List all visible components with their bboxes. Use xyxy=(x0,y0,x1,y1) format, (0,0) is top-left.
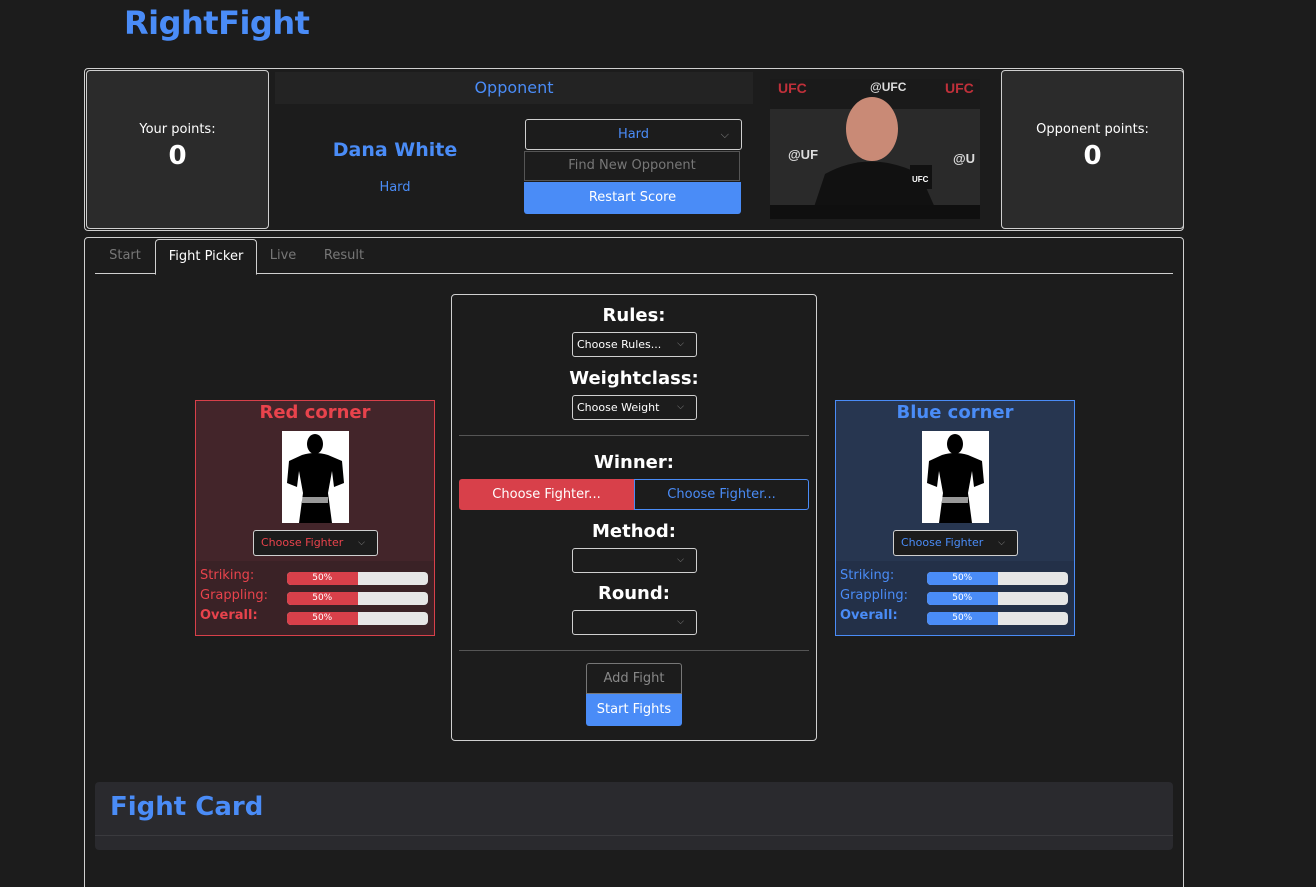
blue-fighter-select-value: Choose Fighter xyxy=(901,536,984,549)
tab-result[interactable]: Result xyxy=(309,239,379,274)
svg-text:@UF: @UF xyxy=(788,147,818,162)
opponent-difficulty: Hard xyxy=(379,180,411,195)
red-fighter-select-value: Choose Fighter xyxy=(261,536,344,549)
chevron-down-icon: ⌵ xyxy=(677,555,684,565)
tab-fight-picker[interactable]: Fight Picker xyxy=(155,239,257,275)
opponent-header: Opponent xyxy=(275,72,753,104)
progress-fill: 50% xyxy=(927,592,998,605)
svg-text:@U: @U xyxy=(953,151,975,166)
progress-fill: 50% xyxy=(927,612,998,625)
red-stat-striking: Striking: 50% xyxy=(200,568,430,586)
round-label: Round: xyxy=(598,583,670,604)
method-label: Method: xyxy=(592,521,676,542)
your-points-box: Your points: 0 xyxy=(86,70,269,229)
restart-score-button[interactable]: Restart Score xyxy=(524,182,741,214)
winner-red-button[interactable]: Choose Fighter... xyxy=(459,479,634,510)
rules-select-value: Choose Rules... xyxy=(577,338,662,351)
chevron-down-icon: ⌵ xyxy=(998,538,1005,548)
blue-stats: Striking: 50% Grappling: 50% Overall: 50… xyxy=(836,561,1074,635)
progress-track: 50% xyxy=(927,572,1068,585)
red-stat-grappling: Grappling: 50% xyxy=(200,588,430,606)
progress-fill: 50% xyxy=(287,592,358,605)
svg-text:UFC: UFC xyxy=(945,80,974,96)
difficulty-select[interactable]: Hard ⌵ xyxy=(525,119,742,150)
stat-label: Grappling: xyxy=(840,588,908,603)
red-stat-overall: Overall: 50% xyxy=(200,608,430,626)
tab-bar: Start Fight Picker Live Result xyxy=(95,238,1173,275)
red-corner-card: Red corner Choose Fighter ⌵ Striking: 50… xyxy=(195,400,435,636)
svg-text:UFC: UFC xyxy=(912,175,929,184)
fight-picker-form: Rules: Choose Rules... ⌵ Weightclass: Ch… xyxy=(451,294,817,741)
fight-card-title: Fight Card xyxy=(110,792,264,822)
progress-track: 50% xyxy=(287,572,428,585)
weightclass-select[interactable]: Choose Weight ⌵ xyxy=(572,395,697,420)
method-select[interactable]: ⌵ xyxy=(572,548,697,573)
progress-fill: 50% xyxy=(287,572,358,585)
your-points-value: 0 xyxy=(168,141,187,171)
red-fighter-select[interactable]: Choose Fighter ⌵ xyxy=(253,530,378,556)
your-points-label: Your points: xyxy=(139,122,216,137)
rules-select[interactable]: Choose Rules... ⌵ xyxy=(572,332,697,357)
chevron-down-icon: ⌵ xyxy=(677,339,684,349)
scoreboard-panel: Your points: 0 Opponent Dana White Hard … xyxy=(84,68,1184,231)
blue-stat-grappling: Grappling: 50% xyxy=(840,588,1070,606)
stat-label: Grappling: xyxy=(200,588,268,603)
blue-fighter-silhouette xyxy=(922,431,989,523)
chevron-down-icon: ⌵ xyxy=(677,617,684,627)
stat-label: Striking: xyxy=(840,568,895,583)
difficulty-select-value: Hard xyxy=(617,127,650,142)
start-fights-button[interactable]: Start Fights xyxy=(586,694,682,726)
stat-label: Overall: xyxy=(840,608,898,623)
blue-fighter-select[interactable]: Choose Fighter ⌵ xyxy=(893,530,1018,556)
divider xyxy=(95,835,1173,836)
red-corner-title: Red corner xyxy=(259,402,371,423)
app-title: RightFight xyxy=(124,4,310,42)
chevron-down-icon: ⌵ xyxy=(720,128,729,141)
opponent-points-label: Opponent points: xyxy=(1036,122,1149,137)
stat-label: Striking: xyxy=(200,568,255,583)
progress-track: 50% xyxy=(927,592,1068,605)
progress-fill: 50% xyxy=(927,572,998,585)
tab-start[interactable]: Start xyxy=(95,239,155,274)
fight-card-section: Fight Card xyxy=(95,782,1173,850)
main-panel: Start Fight Picker Live Result Red corne… xyxy=(84,237,1184,887)
blue-stat-striking: Striking: 50% xyxy=(840,568,1070,586)
opponent-name: Dana White xyxy=(332,139,458,161)
blue-corner-card: Blue corner Choose Fighter ⌵ Striking: 5… xyxy=(835,400,1075,636)
chevron-down-icon: ⌵ xyxy=(358,538,365,548)
progress-track: 50% xyxy=(287,612,428,625)
add-fight-button[interactable]: Add Fight xyxy=(586,663,682,694)
stat-label: Overall: xyxy=(200,608,258,623)
round-select[interactable]: ⌵ xyxy=(572,610,697,635)
chevron-down-icon: ⌵ xyxy=(677,402,684,412)
opponent-photo: UFC @UFC UFC @UF @U UFC xyxy=(770,79,980,219)
weightclass-select-value: Choose Weight xyxy=(577,401,660,414)
weightclass-label: Weightclass: xyxy=(569,368,699,389)
blue-corner-title: Blue corner xyxy=(896,402,1014,423)
find-new-opponent-button[interactable]: Find New Opponent xyxy=(524,151,740,181)
red-fighter-silhouette xyxy=(282,431,349,523)
svg-text:UFC: UFC xyxy=(778,80,807,96)
red-stats: Striking: 50% Grappling: 50% Overall: 50… xyxy=(196,561,434,635)
opponent-points-box: Opponent points: 0 xyxy=(1001,70,1184,229)
svg-text:@UFC: @UFC xyxy=(870,80,907,94)
tab-live[interactable]: Live xyxy=(257,239,309,274)
progress-fill: 50% xyxy=(287,612,358,625)
divider xyxy=(459,435,809,436)
divider xyxy=(459,650,809,651)
rules-label: Rules: xyxy=(602,305,666,326)
progress-track: 50% xyxy=(927,612,1068,625)
progress-track: 50% xyxy=(287,592,428,605)
winner-blue-button[interactable]: Choose Fighter... xyxy=(634,479,809,510)
opponent-points-value: 0 xyxy=(1083,141,1102,171)
blue-stat-overall: Overall: 50% xyxy=(840,608,1070,626)
winner-label: Winner: xyxy=(594,452,674,473)
